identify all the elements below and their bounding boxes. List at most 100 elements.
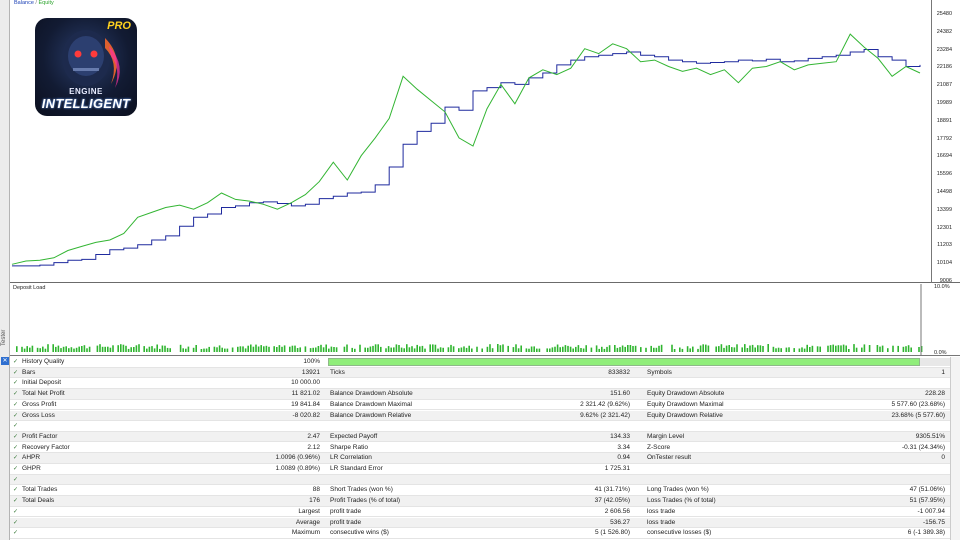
load-bar (840, 345, 842, 352)
load-bar (335, 347, 338, 352)
load-bar (471, 348, 473, 352)
report-label: Recovery Factor (22, 443, 70, 451)
load-bar (876, 345, 879, 352)
load-bar (21, 346, 23, 352)
close-icon[interactable]: ✕ (1, 357, 9, 365)
load-bar (533, 346, 535, 352)
report-label: loss trade (647, 507, 676, 515)
load-bar (569, 346, 572, 352)
check-icon[interactable]: ✓ (13, 390, 18, 397)
load-bar (803, 348, 806, 352)
report-row: ✓ Maximum consecutive wins ($) 5 (1 526.80)… (10, 528, 960, 539)
load-bar (699, 345, 702, 352)
y-tick-label: 18891 (936, 117, 952, 124)
load-bar (551, 347, 554, 352)
load-bar (627, 345, 629, 352)
equity-series-line (11, 33, 921, 265)
report-scrollbar[interactable] (950, 357, 960, 540)
report-value: 228.28 (925, 390, 945, 398)
load-bar (660, 344, 663, 352)
check-icon[interactable]: ✓ (13, 454, 18, 461)
tester-panel-tab[interactable]: Tester (0, 300, 10, 350)
check-icon[interactable]: ✓ (13, 444, 18, 451)
chart-legend: Balance / Equity (14, 0, 54, 6)
load-bar (354, 348, 356, 352)
report-label: GHPR (22, 465, 41, 472)
load-bar (556, 344, 559, 352)
report-label: Total Deals (22, 497, 55, 505)
load-bar (161, 345, 164, 352)
load-bar (564, 345, 567, 352)
load-bar (135, 345, 138, 352)
load-bar (463, 346, 465, 352)
load-bar (775, 348, 777, 352)
load-bar (429, 344, 431, 352)
load-bar (801, 347, 803, 352)
check-icon[interactable]: ✓ (13, 412, 18, 419)
load-bar (744, 344, 746, 352)
report-value: Largest (298, 507, 320, 515)
load-bar (47, 344, 49, 352)
load-bar (192, 347, 195, 352)
check-icon[interactable]: ✓ (13, 358, 18, 365)
check-icon[interactable]: ✓ (13, 379, 18, 386)
load-bar (697, 348, 699, 352)
load-bar (598, 348, 600, 352)
load-bar (476, 346, 478, 352)
load-bar (81, 346, 83, 352)
report-label: Ticks (330, 368, 345, 376)
load-bar (289, 346, 291, 352)
load-bar (60, 348, 62, 352)
load-bar (299, 347, 301, 352)
report-row: ✓ Total Deals 176 Profit Trades (% of total… (10, 496, 960, 507)
load-bar (153, 348, 156, 352)
load-bar (741, 347, 743, 352)
check-icon[interactable]: ✓ (13, 401, 18, 408)
load-bar (918, 347, 920, 352)
check-icon[interactable]: ✓ (13, 465, 18, 472)
load-bar (216, 347, 218, 352)
load-bar (36, 347, 39, 352)
history-quality-value: 100% (303, 358, 320, 365)
report-row: ✓ Recovery Factor 2.12 Sharpe Ratio 3.34 Z-Sc… (10, 443, 960, 454)
load-bar (29, 347, 31, 352)
load-bar (848, 349, 850, 352)
load-bar (239, 346, 242, 352)
load-bar (122, 344, 125, 352)
check-icon[interactable]: ✓ (13, 508, 18, 515)
load-bar (185, 348, 187, 352)
check-icon[interactable]: ✓ (13, 529, 18, 536)
load-bar (517, 348, 520, 352)
report-label: Total Net Profit (22, 390, 65, 398)
check-icon[interactable]: ✓ (13, 369, 18, 376)
load-bar (777, 347, 780, 352)
report-label: Initial Deposit (22, 379, 62, 387)
load-bar (780, 348, 782, 352)
report-row: ✓ Initial Deposit 10 000.00 (10, 378, 960, 389)
check-icon[interactable]: ✓ (13, 476, 18, 483)
check-icon[interactable]: ✓ (13, 422, 18, 429)
y-tick-label: 19989 (936, 100, 952, 106)
load-bar (686, 346, 689, 352)
load-bar (577, 345, 580, 352)
load-bar (377, 344, 379, 352)
load-bar (367, 347, 369, 352)
check-icon[interactable]: ✓ (13, 497, 18, 504)
check-icon[interactable]: ✓ (13, 519, 18, 526)
load-bar (68, 348, 70, 352)
load-bar (39, 348, 41, 352)
load-bar (359, 344, 361, 352)
load-bar (829, 345, 832, 352)
report-value: 176 (309, 497, 320, 505)
check-icon[interactable]: ✓ (13, 433, 18, 440)
load-bar (731, 347, 733, 352)
load-bar (265, 345, 268, 352)
check-icon[interactable]: ✓ (13, 486, 18, 493)
load-bar (148, 346, 151, 352)
history-quality-label: History Quality (22, 358, 65, 365)
load-bar (125, 345, 127, 352)
load-bar (554, 346, 556, 352)
balance-equity-plot (11, 33, 921, 267)
load-bar (855, 347, 858, 352)
load-bar (689, 348, 691, 352)
